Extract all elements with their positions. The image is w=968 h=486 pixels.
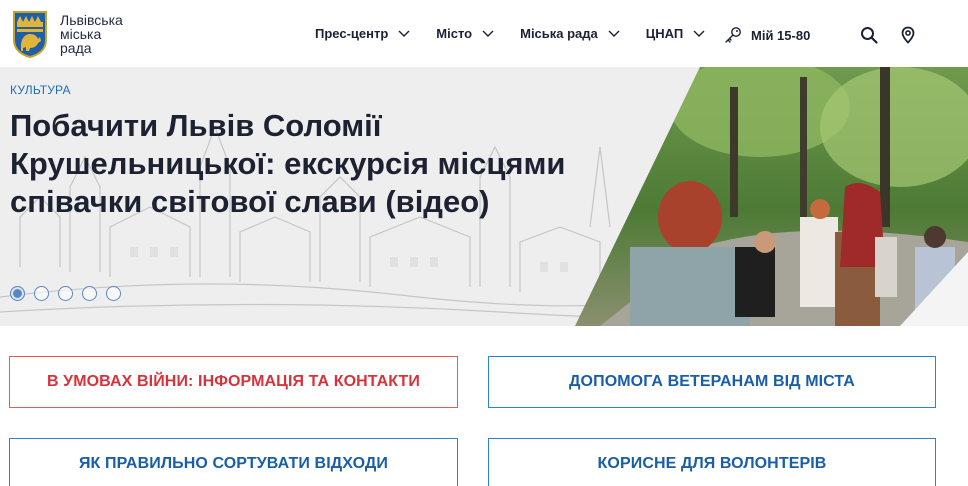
main-nav: Прес-центр Місто Міська рада ЦНАП <box>315 26 731 41</box>
hero-title[interactable]: Побачити Львів Соломії Крушельницької: е… <box>10 107 570 221</box>
search-icon[interactable] <box>860 26 878 44</box>
chevron-down-icon <box>482 30 494 37</box>
nav-item-admin-services[interactable]: ЦНАП <box>646 26 705 41</box>
chevron-down-icon <box>693 30 705 37</box>
site-logo[interactable]: Львівська міська рада <box>12 10 123 58</box>
slider-dot-1[interactable] <box>10 286 25 301</box>
nav-item-city-council[interactable]: Міська рада <box>520 26 620 41</box>
slider-dot-4[interactable] <box>82 286 97 301</box>
hotline-link[interactable]: Мій 15-80 <box>724 26 810 44</box>
key-icon <box>725 27 741 43</box>
hero-category-tag[interactable]: КУЛЬТУРА <box>10 83 71 97</box>
nav-item-press-center[interactable]: Прес-центр <box>315 26 410 41</box>
nav-item-label: Міська рада <box>520 26 598 41</box>
logo-line-1: Львівська <box>60 12 123 28</box>
waste-sorting-button[interactable]: ЯК ПРАВИЛЬНО СОРТУВАТИ ВІДХОДИ <box>9 438 458 486</box>
lviv-coat-of-arms-icon <box>13 11 47 58</box>
slider-pagination <box>10 286 130 301</box>
hero-slider[interactable]: КУЛЬТУРА Побачити Львів Соломії Крушельн… <box>0 67 968 326</box>
location-pin-icon[interactable] <box>899 26 917 44</box>
hotline-label: Мій 15-80 <box>751 27 811 43</box>
nav-item-label: Місто <box>436 26 473 41</box>
slider-dot-3[interactable] <box>58 286 73 301</box>
slider-dot-5[interactable] <box>106 286 121 301</box>
slider-dot-2[interactable] <box>34 286 49 301</box>
logo-line-3: рада <box>60 40 92 56</box>
volunteers-button[interactable]: КОРИСНЕ ДЛЯ ВОЛОНТЕРІВ <box>488 438 936 486</box>
logo-line-2: міська <box>60 26 102 42</box>
logo-text: Львівська міська рада <box>60 13 123 55</box>
nav-item-city[interactable]: Місто <box>436 26 494 41</box>
site-header: Львівська міська рада Прес-центр Місто М… <box>0 0 968 67</box>
nav-item-label: Прес-центр <box>315 26 389 41</box>
nav-item-label: ЦНАП <box>645 26 684 41</box>
war-info-button[interactable]: В УМОВАХ ВІЙНИ: ІНФОРМАЦІЯ ТА КОНТАКТИ <box>9 356 458 408</box>
chevron-down-icon <box>608 30 620 37</box>
chevron-down-icon <box>398 30 410 37</box>
veterans-help-button[interactable]: ДОПОМОГА ВЕТЕРАНАМ ВІД МІСТА <box>488 356 936 408</box>
